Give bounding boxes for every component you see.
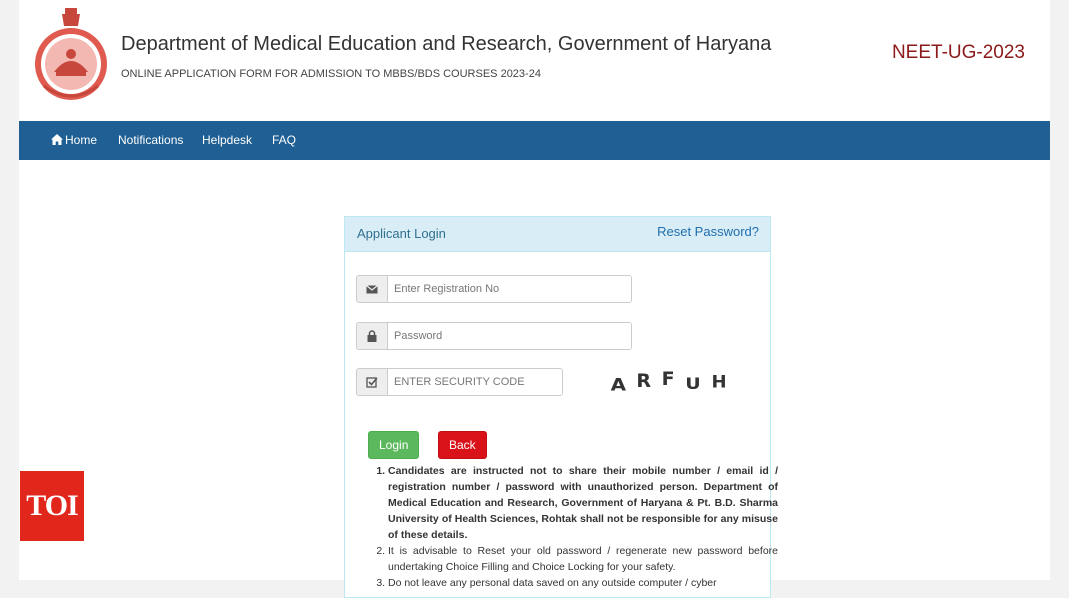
envelope-icon bbox=[357, 276, 388, 302]
applicant-login-panel: Applicant Login Reset Password? A R F bbox=[344, 216, 778, 598]
captcha-char: A bbox=[610, 375, 629, 395]
instructions-list: Candidates are instructed not to share t… bbox=[368, 463, 778, 591]
nav-faq[interactable]: FAQ bbox=[272, 133, 296, 147]
nav-notifications[interactable]: Notifications bbox=[118, 133, 183, 147]
captcha-image: A R F U H bbox=[610, 368, 729, 395]
haryana-emblem-logo bbox=[35, 8, 107, 100]
captcha-char: U bbox=[685, 374, 703, 394]
instruction-item: Candidates are instructed not to share t… bbox=[388, 463, 778, 543]
toi-watermark-badge: TOI bbox=[20, 471, 84, 541]
instruction-item: Do not leave any personal data saved on … bbox=[388, 575, 778, 591]
home-icon bbox=[51, 134, 63, 145]
security-code-input[interactable] bbox=[388, 369, 562, 395]
login-button[interactable]: Login bbox=[368, 431, 420, 459]
nav-helpdesk[interactable]: Helpdesk bbox=[202, 133, 252, 147]
site-header: Department of Medical Education and Rese… bbox=[19, 0, 1050, 121]
page: Department of Medical Education and Rese… bbox=[19, 0, 1050, 598]
reset-password-link[interactable]: Reset Password? bbox=[657, 224, 759, 239]
application-subtitle: ONLINE APPLICATION FORM FOR ADMISSION TO… bbox=[121, 68, 541, 80]
main-navbar: Home Notifications Helpdesk FAQ bbox=[19, 121, 1050, 160]
panel-heading: Applicant Login Reset Password? bbox=[345, 217, 770, 252]
registration-input-group bbox=[356, 275, 632, 303]
panel-title: Applicant Login bbox=[357, 226, 446, 241]
exam-title: NEET-UG-2023 bbox=[891, 42, 1025, 63]
registration-number-input[interactable] bbox=[388, 276, 631, 302]
lock-icon bbox=[357, 323, 388, 349]
password-input[interactable] bbox=[388, 323, 631, 349]
nav-home-label: Home bbox=[65, 133, 98, 147]
department-title: Department of Medical Education and Rese… bbox=[121, 33, 772, 55]
security-code-input-group bbox=[356, 368, 563, 396]
captcha-char: F bbox=[661, 368, 677, 390]
password-input-group bbox=[356, 322, 632, 350]
nav-home[interactable]: Home bbox=[51, 133, 97, 147]
captcha-char: H bbox=[711, 372, 729, 392]
instruction-item: It is advisable to Reset your old passwo… bbox=[388, 543, 778, 575]
back-button[interactable]: Back bbox=[438, 431, 487, 459]
captcha-char: R bbox=[636, 370, 653, 392]
checkbox-icon bbox=[357, 369, 388, 395]
